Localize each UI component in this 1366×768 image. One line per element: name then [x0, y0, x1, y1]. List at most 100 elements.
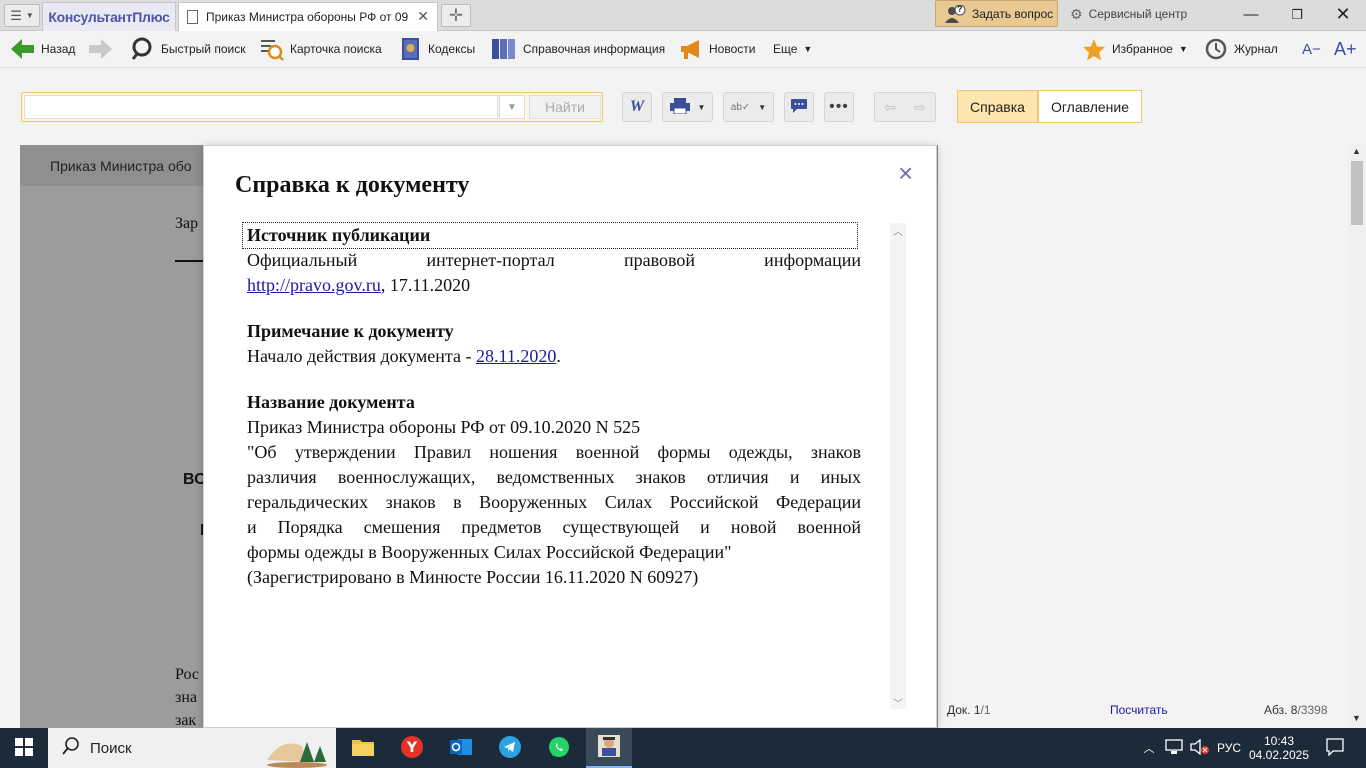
question-badge: ?: [957, 3, 963, 14]
registration-line: (Зарегистрировано в Минюсте России 16.11…: [247, 567, 699, 587]
outlook-button[interactable]: [442, 728, 480, 768]
dialog-title: Справка к документу: [235, 172, 470, 198]
next-arrow-icon[interactable]: ⇨: [905, 99, 935, 116]
new-tab-button[interactable]: ✛: [441, 4, 471, 27]
section-heading-source: Источник публикации: [242, 222, 858, 249]
scroll-up-icon[interactable]: ▲: [1352, 146, 1361, 156]
search-card-icon: [260, 37, 284, 61]
more-menu-button[interactable]: Еще ▼: [773, 37, 812, 61]
count-link[interactable]: Посчитать: [1110, 703, 1168, 717]
tab-contents[interactable]: Оглавление: [1038, 90, 1142, 123]
whatsapp-button[interactable]: [540, 728, 578, 768]
magnifier-icon: [131, 37, 155, 61]
taskbar-search-label: Поиск: [90, 739, 132, 757]
folder-icon: [352, 738, 374, 759]
search-history-dropdown[interactable]: ▼: [499, 95, 525, 119]
back-label: Назад: [41, 42, 76, 56]
find-button[interactable]: Найти: [529, 95, 601, 119]
source-text: Официальный интернет-портал правовой инф…: [247, 250, 861, 270]
document-text: Зар: [175, 215, 199, 232]
quick-search-label: Быстрый поиск: [161, 42, 246, 56]
file-explorer-button[interactable]: [344, 728, 382, 768]
spellcheck-button[interactable]: ab✓ ▼: [723, 92, 774, 122]
font-increase-button[interactable]: A+: [1334, 37, 1357, 61]
document-name-line: "Об утверждении Правил ношения военной ф…: [247, 442, 861, 462]
network-status[interactable]: [1162, 728, 1186, 768]
news-button[interactable]: Новости: [679, 37, 755, 61]
start-date-link[interactable]: 28.11.2020: [476, 346, 556, 366]
document-tab[interactable]: Приказ Министра обороны РФ от 09 ✕: [178, 2, 438, 31]
note-end: .: [556, 346, 561, 366]
reference-books-icon: [491, 37, 517, 61]
print-button[interactable]: ▼: [662, 92, 713, 122]
favorites-button[interactable]: Избранное ▼: [1082, 37, 1188, 61]
doc-counter: Док. 1/1: [947, 703, 991, 717]
search-input[interactable]: [24, 95, 498, 119]
tab-reference[interactable]: Справка: [957, 90, 1038, 123]
yandex-browser-button[interactable]: Y: [393, 728, 431, 768]
scroll-up-icon[interactable]: ︿: [890, 223, 906, 238]
document-scrollbar[interactable]: ▲ ▼: [1348, 145, 1366, 728]
telegram-icon: [499, 735, 521, 761]
notification-icon: [1326, 737, 1344, 759]
scrollbar-thumb[interactable]: [1351, 161, 1363, 225]
codes-book-icon: [400, 37, 422, 61]
scroll-down-icon[interactable]: ▼: [1352, 713, 1361, 723]
show-hidden-icons[interactable]: ︿: [1138, 728, 1160, 768]
minimize-button[interactable]: —: [1228, 0, 1274, 29]
document-name-line: и Порядка смешения предметов существующе…: [247, 517, 861, 537]
input-language[interactable]: РУС: [1214, 728, 1244, 768]
close-dialog-icon[interactable]: ×: [898, 160, 913, 186]
network-icon: [1165, 738, 1183, 758]
quick-search-button[interactable]: Быстрый поиск: [131, 37, 245, 61]
chevron-down-icon: ▼: [803, 44, 813, 54]
chevron-down-icon: ▼: [25, 11, 34, 20]
word-icon: W: [629, 98, 645, 115]
hamburger-icon: ☰: [10, 7, 22, 23]
note-text: Начало действия документа -: [247, 346, 476, 366]
reference-info-button[interactable]: Справочная информация: [491, 37, 665, 61]
font-increase-label: A+: [1334, 38, 1357, 59]
app-logo-tab[interactable]: КонсультантПлюс: [42, 2, 176, 31]
telegram-button[interactable]: [491, 728, 529, 768]
codes-button[interactable]: Кодексы: [400, 37, 475, 61]
journal-button[interactable]: Журнал: [1204, 37, 1278, 61]
restore-icon: ❐: [1291, 6, 1303, 22]
more-actions-button[interactable]: •••: [824, 92, 854, 122]
app-logo: КонсультантПлюс: [48, 9, 170, 25]
clock[interactable]: 10:43 04.02.2025: [1248, 731, 1310, 765]
arrow-right-icon: [88, 38, 113, 60]
ask-question-button[interactable]: ? Задать вопрос: [935, 0, 1058, 27]
speaker-muted-icon: [1190, 738, 1210, 758]
volume-status[interactable]: [1188, 728, 1212, 768]
main-menu-button[interactable]: ☰ ▼: [4, 4, 40, 27]
service-center-button[interactable]: ⚙ Сервисный центр: [1070, 4, 1187, 24]
dialog-content: Источник публикации Официальный интернет…: [242, 222, 861, 590]
forward-button[interactable]: [88, 37, 113, 61]
whatsapp-icon: [548, 736, 570, 761]
close-tab-icon[interactable]: ✕: [417, 8, 429, 25]
megaphone-icon: [679, 38, 703, 60]
font-decrease-button[interactable]: A−: [1302, 37, 1321, 61]
word-export-button[interactable]: W: [622, 92, 652, 122]
ellipsis-icon: •••: [829, 98, 849, 115]
restore-button[interactable]: ❐: [1274, 0, 1320, 29]
close-window-button[interactable]: ✕: [1320, 0, 1366, 29]
search-box: ▼ Найти: [21, 92, 603, 122]
windows-taskbar: Поиск Y ︿ РУС 10:43 04.02.2025: [0, 728, 1366, 768]
notifications-button[interactable]: [1320, 728, 1350, 768]
spellcheck-icon: ab✓: [730, 101, 751, 113]
prev-arrow-icon[interactable]: ⇦: [875, 99, 905, 116]
comment-button[interactable]: [784, 92, 814, 122]
start-button[interactable]: [0, 728, 48, 768]
search-card-button[interactable]: Карточка поиска: [260, 37, 382, 61]
title-bar: ☰ ▼ КонсультантПлюс Приказ Министра обор…: [0, 0, 1366, 31]
consultant-plus-taskbar-button[interactable]: [586, 728, 632, 768]
note-line: Начало действия документа - 28.11.2020.: [247, 344, 861, 369]
back-button[interactable]: Назад: [10, 37, 75, 61]
scroll-down-icon[interactable]: ﹀: [890, 695, 906, 710]
pravo-link[interactable]: http://pravo.gov.ru: [247, 275, 381, 295]
taskbar-search[interactable]: Поиск: [48, 728, 336, 768]
document-name-line: геральдических знаков в Вооруженных Сила…: [247, 492, 861, 512]
dialog-scrollbar[interactable]: ︿ ﹀: [890, 223, 906, 710]
